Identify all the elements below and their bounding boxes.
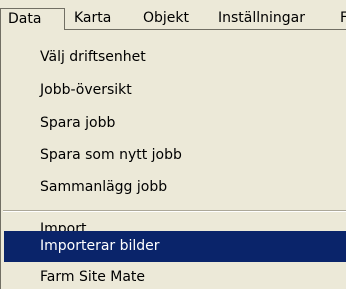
menu-item-farm-site-mate[interactable]: Farm Site Mate <box>4 264 346 291</box>
menu-installningar[interactable]: Inställningar <box>218 8 305 30</box>
menu-item-jobb-oversikt[interactable]: Jobb-översikt <box>4 77 346 104</box>
menu-objekt[interactable]: Objekt <box>143 8 189 30</box>
menu-separator <box>3 210 346 212</box>
menu-karta[interactable]: Karta <box>74 8 111 30</box>
menu-item-spara-jobb[interactable]: Spara jobb <box>4 110 346 137</box>
menu-item-importerar-bilder[interactable]: Importerar bilder <box>4 231 346 262</box>
menu-item-spara-som-nytt-jobb[interactable]: Spara som nytt jobb <box>4 142 346 169</box>
menu-item-valj-driftsenhet[interactable]: Välj driftsenhet <box>4 44 346 71</box>
menu-data[interactable]: Data <box>0 8 65 30</box>
menu-truncated-item[interactable]: F <box>340 8 346 30</box>
menu-bar: Välj driftsenhet Jobb-översikt Spara job… <box>0 0 346 289</box>
data-dropdown-menu: Välj driftsenhet Jobb-översikt Spara job… <box>0 29 346 289</box>
menu-item-sammanlagg-jobb[interactable]: Sammanlägg jobb <box>4 174 346 201</box>
